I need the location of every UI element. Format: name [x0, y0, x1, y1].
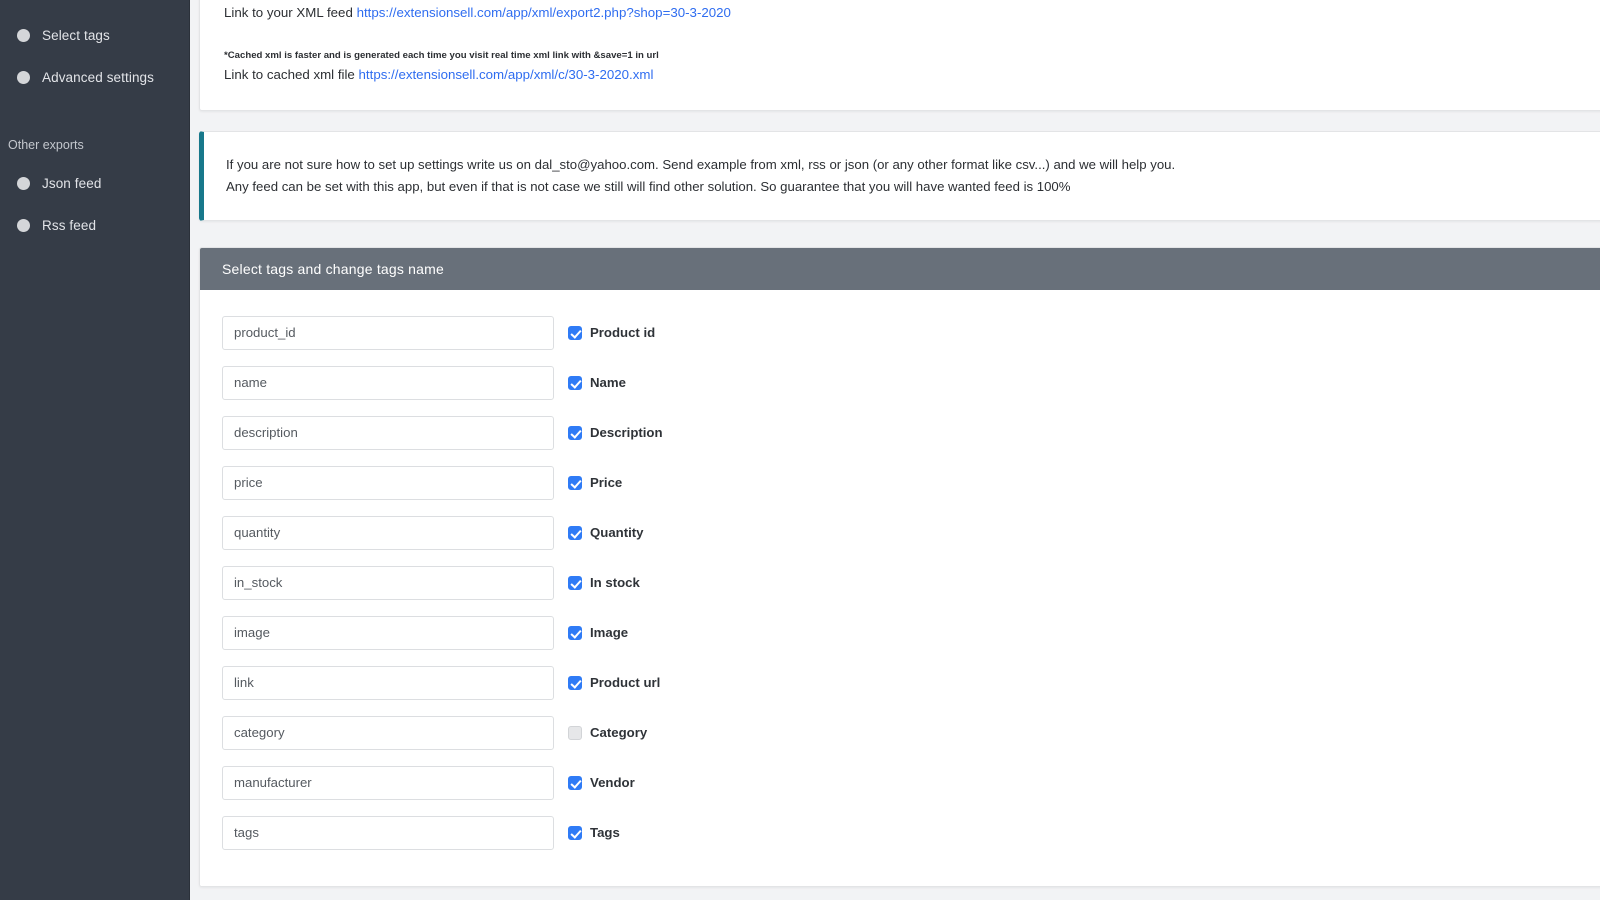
tag-name-input[interactable] — [222, 665, 554, 700]
support-info-line-2: Any feed can be set with this app, but e… — [226, 178, 1071, 194]
checkbox-checked-icon[interactable] — [568, 675, 582, 690]
tag-name-input[interactable] — [222, 365, 554, 400]
tag-toggle[interactable]: Product id — [568, 325, 655, 340]
tag-toggle[interactable]: Category — [568, 725, 647, 740]
tag-name-input[interactable] — [222, 765, 554, 800]
tag-toggle[interactable]: Tags — [568, 825, 620, 840]
sidebar-item-rss-feed[interactable]: Rss feed — [0, 204, 189, 246]
tag-row: Name — [222, 365, 1600, 400]
xml-feed-link[interactable]: https://extensionsell.com/app/xml/export… — [357, 5, 731, 20]
tag-toggle[interactable]: Name — [568, 375, 626, 390]
checkbox-checked-icon[interactable] — [568, 375, 582, 390]
tag-toggle[interactable]: Quantity — [568, 525, 643, 540]
sidebar-item-label: Advanced settings — [42, 69, 155, 85]
tag-row: Vendor — [222, 765, 1600, 800]
main-content: Link to your XML feed https://extensions… — [190, 0, 1600, 900]
cached-xml-link[interactable]: https://extensionsell.com/app/xml/c/30-3… — [359, 67, 654, 82]
tag-label: Image — [590, 625, 629, 641]
sidebar-item-advanced-settings[interactable]: Advanced settings — [0, 56, 189, 98]
sidebar-item-label: Rss feed — [42, 217, 97, 233]
tag-label: Product url — [590, 675, 661, 691]
tag-label: In stock — [590, 575, 640, 591]
tag-toggle[interactable]: Vendor — [568, 775, 635, 790]
tag-label: Product id — [590, 325, 656, 341]
tag-label: Description — [590, 425, 663, 441]
tag-label: Vendor — [590, 775, 635, 791]
sidebar-item-label: Json feed — [42, 175, 102, 191]
xml-feed-label: Link to your XML feed — [224, 5, 353, 20]
tag-label: Tags — [590, 825, 620, 841]
tag-row: Product url — [222, 665, 1600, 700]
tag-row: Category — [222, 715, 1600, 750]
checkbox-checked-icon[interactable] — [568, 825, 582, 840]
circle-bullet-icon — [17, 176, 30, 190]
tag-name-input[interactable] — [222, 815, 554, 850]
sidebar-group-title-other-exports: Other exports — [8, 138, 84, 152]
checkbox-checked-icon[interactable] — [568, 475, 582, 490]
checkbox-checked-icon[interactable] — [568, 575, 582, 590]
select-tags-panel-header: Select tags and change tags name — [200, 247, 1600, 290]
tag-label: Quantity — [590, 525, 644, 541]
support-info-line-1: If you are not sure how to set up settin… — [226, 157, 1176, 172]
tag-rows-container: Product id Name Description Price Quantity In… — [200, 289, 1600, 886]
circle-bullet-icon — [17, 28, 30, 42]
tag-name-input[interactable] — [222, 415, 554, 450]
tag-toggle[interactable]: Description — [568, 425, 663, 440]
circle-bullet-icon — [17, 70, 30, 84]
tag-label: Category — [590, 725, 648, 741]
tag-name-input[interactable] — [222, 565, 554, 600]
xml-feed-line: Link to your XML feed https://extensions… — [224, 5, 1600, 20]
tag-row: Tags — [222, 815, 1600, 850]
feed-links-card: Link to your XML feed https://extensions… — [199, 0, 1600, 111]
tag-row: Price — [222, 465, 1600, 500]
tag-label: Name — [590, 375, 626, 391]
checkbox-unchecked-icon[interactable] — [568, 725, 582, 740]
cached-xml-label: Link to cached xml file — [224, 67, 355, 82]
tag-name-input[interactable] — [222, 465, 554, 500]
tag-row: Product id — [222, 315, 1600, 350]
select-tags-card: Select tags and change tags name Product… — [199, 246, 1600, 887]
checkbox-checked-icon[interactable] — [568, 775, 582, 790]
support-info-card: If you are not sure how to set up settin… — [199, 131, 1600, 221]
checkbox-checked-icon[interactable] — [568, 525, 582, 540]
cached-xml-line: Link to cached xml file https://extensio… — [224, 67, 1600, 82]
tag-name-input[interactable] — [222, 715, 554, 750]
app-root: Select tags Advanced settings Other expo… — [0, 0, 1600, 900]
checkbox-checked-icon[interactable] — [568, 625, 582, 640]
sidebar-item-select-tags[interactable]: Select tags — [0, 14, 189, 56]
sidebar-item-label: Select tags — [42, 27, 110, 43]
sidebar-item-json-feed[interactable]: Json feed — [0, 162, 189, 204]
sidebar: Select tags Advanced settings Other expo… — [0, 0, 190, 900]
tag-row: In stock — [222, 565, 1600, 600]
circle-bullet-icon — [17, 218, 30, 232]
tag-row: Image — [222, 615, 1600, 650]
tag-name-input[interactable] — [222, 615, 554, 650]
tag-name-input[interactable] — [222, 315, 554, 350]
tag-row: Description — [222, 415, 1600, 450]
tag-toggle[interactable]: In stock — [568, 575, 640, 590]
cached-xml-note: *Cached xml is faster and is generated e… — [224, 50, 659, 61]
tag-row: Quantity — [222, 515, 1600, 550]
checkbox-checked-icon[interactable] — [568, 425, 582, 440]
tag-toggle[interactable]: Image — [568, 625, 628, 640]
tag-toggle[interactable]: Product url — [568, 675, 660, 690]
tag-label: Price — [590, 475, 623, 491]
tag-toggle[interactable]: Price — [568, 475, 622, 490]
checkbox-checked-icon[interactable] — [568, 325, 582, 340]
tag-name-input[interactable] — [222, 515, 554, 550]
